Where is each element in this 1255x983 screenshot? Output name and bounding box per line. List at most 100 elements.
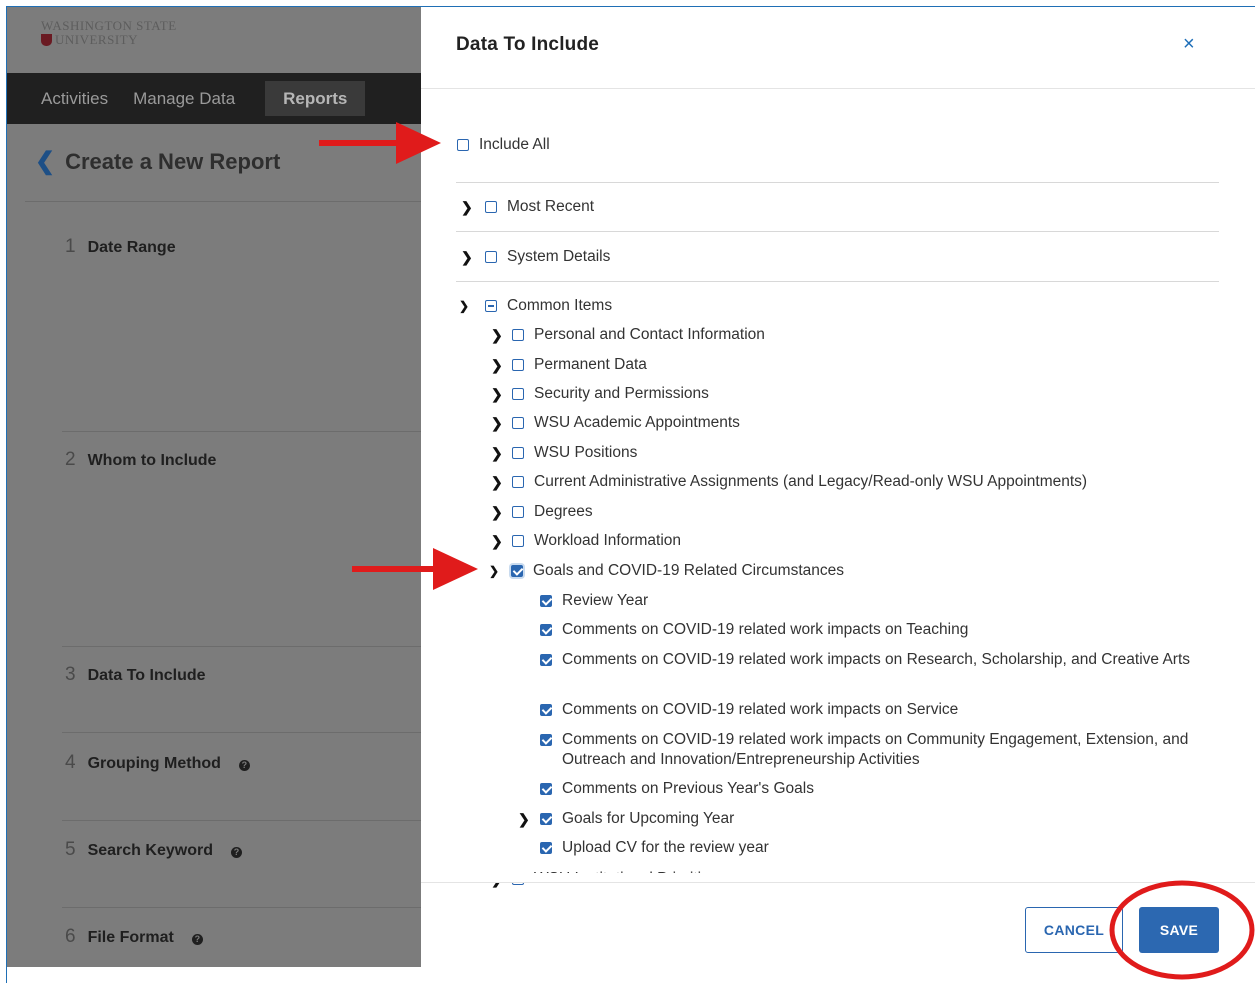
item-permanent-data[interactable]: ❯ Permanent Data [491,355,647,375]
collapse-chevron-icon[interactable]: ❯ [489,564,505,578]
step-number: 4 [65,752,76,773]
step-whom-to-include[interactable]: 2 Whom to Include [65,449,216,471]
item-workload-information[interactable]: ❯ Workload Information [491,531,681,551]
save-button[interactable]: SAVE [1139,907,1219,953]
expand-chevron-icon[interactable]: ❯ [491,504,507,521]
subitem-label: Upload CV for the review year [562,839,769,856]
section-checkbox-partial[interactable] [485,300,497,312]
divider [456,182,1219,183]
divider [456,231,1219,232]
subitem-label: Comments on Previous Year's Goals [562,780,814,797]
cancel-button[interactable]: CANCEL [1025,907,1123,953]
item-label: WSU Academic Appointments [534,414,740,431]
expand-chevron-icon[interactable]: ❯ [491,415,507,432]
item-label: Permanent Data [534,356,647,373]
page-title-text: Create a New Report [65,148,281,174]
item-security-permissions[interactable]: ❯ Security and Permissions [491,384,709,404]
item-checkbox[interactable] [512,506,524,518]
step-file-format[interactable]: 6 File Format ? [65,926,203,948]
item-label: Degrees [534,503,593,520]
subitem-checkbox-checked[interactable] [540,654,552,666]
item-label: WSU Positions [534,444,638,461]
item-checkbox[interactable] [512,535,524,547]
section-checkbox[interactable] [485,251,497,263]
subitem-previous-goals[interactable]: Comments on Previous Year's Goals [540,779,814,799]
subitem-covid-teaching[interactable]: Comments on COVID-19 related work impact… [540,620,968,640]
logo-line2: UNIVERSITY [55,32,138,47]
back-chevron-icon[interactable]: ❮ [35,147,55,176]
nav-reports[interactable]: Reports [265,81,366,116]
item-wsu-academic-appointments[interactable]: ❯ WSU Academic Appointments [491,413,740,433]
nav-manage-data[interactable]: Manage Data [133,73,260,124]
wsu-logo: WASHINGTON STATE UNIVERSITY [41,19,177,47]
section-label: Common Items [507,297,613,314]
subitem-checkbox-checked[interactable] [540,595,552,607]
step-label: Date Range [87,239,176,256]
nav-activities[interactable]: Activities [7,73,133,124]
logo-line1: WASHINGTON STATE [41,18,177,33]
step-number: 5 [65,839,76,860]
item-admin-assignments[interactable]: ❯ Current Administrative Assignments (an… [491,472,1087,492]
step-data-to-include[interactable]: 3 Data To Include [65,664,206,686]
subitem-checkbox-checked[interactable] [540,813,552,825]
item-wsu-positions[interactable]: ❯ WSU Positions [491,443,637,463]
item-checkbox[interactable] [512,476,524,488]
subitem-checkbox-checked[interactable] [540,704,552,716]
step-number: 3 [65,664,76,685]
subitem-upcoming-goals[interactable]: ❯ Goals for Upcoming Year [518,809,734,829]
item-checkbox[interactable] [512,388,524,400]
step-date-range[interactable]: 1 Date Range [65,236,176,258]
item-label: Goals and COVID-19 Related Circumstances [533,562,844,579]
expand-chevron-icon[interactable]: ❯ [491,445,507,462]
item-checkbox[interactable] [512,447,524,459]
step-grouping-method[interactable]: 4 Grouping Method ? [65,752,250,774]
subitem-checkbox-checked[interactable] [540,783,552,795]
help-icon[interactable]: ? [230,847,242,858]
help-icon[interactable]: ? [238,760,250,771]
section-most-recent[interactable]: ❯ Most Recent [461,197,594,217]
expand-chevron-icon[interactable]: ❯ [461,249,477,266]
item-checkbox[interactable] [512,329,524,341]
section-system-details[interactable]: ❯ System Details [461,247,610,267]
subitem-checkbox-checked[interactable] [540,842,552,854]
expand-chevron-icon[interactable]: ❯ [491,474,507,491]
header-divider [421,88,1255,89]
close-icon[interactable]: × [1183,33,1195,56]
subitem-checkbox-checked[interactable] [540,624,552,636]
item-goals-covid[interactable]: ❯ Goals and COVID-19 Related Circumstanc… [489,561,844,581]
expand-chevron-icon[interactable]: ❯ [491,357,507,374]
item-checkbox[interactable] [512,359,524,371]
expand-chevron-icon[interactable]: ❯ [518,811,534,828]
section-checkbox[interactable] [485,201,497,213]
collapse-chevron-icon[interactable]: ❯ [459,299,475,313]
background-app: WASHINGTON STATE UNIVERSITY Activities M… [7,7,421,967]
help-icon[interactable]: ? [191,934,203,945]
item-checkbox-checked[interactable] [511,565,523,577]
subitem-label: Comments on COVID-19 related work impact… [562,651,1191,668]
subitem-covid-service[interactable]: Comments on COVID-19 related work impact… [540,700,958,720]
subitem-covid-research[interactable]: Comments on COVID-19 related work impact… [540,650,1230,670]
expand-chevron-icon[interactable]: ❯ [491,386,507,403]
divider [62,431,421,432]
subitem-label: Goals for Upcoming Year [562,810,735,827]
subitem-label: Review Year [562,592,649,609]
expand-chevron-icon[interactable]: ❯ [461,199,477,216]
expand-chevron-icon[interactable]: ❯ [491,533,507,550]
step-search-keyword[interactable]: 5 Search Keyword ? [65,839,242,861]
subitem-covid-community[interactable]: Comments on COVID-19 related work impact… [540,730,1230,770]
footer-divider [421,882,1255,883]
step-number: 2 [65,449,76,470]
include-all-row[interactable]: Include All [457,135,550,155]
subitem-review-year[interactable]: Review Year [540,591,648,611]
section-common-items[interactable]: ❯ Common Items [459,296,612,316]
expand-chevron-icon[interactable]: ❯ [491,327,507,344]
step-label: File Format [87,929,174,946]
subitem-upload-cv[interactable]: Upload CV for the review year [540,838,769,858]
item-degrees[interactable]: ❯ Degrees [491,502,593,522]
item-personal-contact[interactable]: ❯ Personal and Contact Information [491,325,765,345]
item-label: Security and Permissions [534,385,709,402]
subitem-checkbox-checked[interactable] [540,734,552,746]
subitem-label: Comments on COVID-19 related work impact… [562,731,1189,768]
include-all-checkbox[interactable] [457,139,469,151]
item-checkbox[interactable] [512,417,524,429]
